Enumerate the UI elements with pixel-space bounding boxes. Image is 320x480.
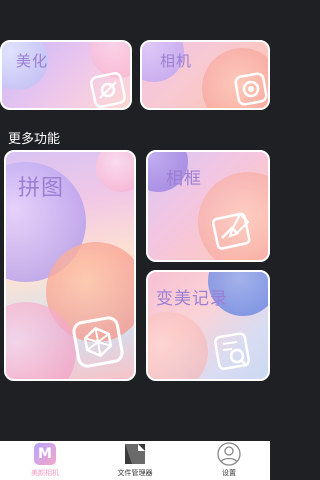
section-title-more-features: 更多功能 [8, 132, 61, 147]
beautify-icon [90, 72, 126, 108]
history-label: 变美记录 [156, 289, 228, 309]
frame-edit-icon [211, 212, 251, 250]
file-manager-icon [125, 444, 145, 464]
nav-item-settings[interactable]: 设置 [196, 441, 262, 480]
camera-card[interactable]: 相机 [140, 40, 270, 110]
nav-item-files[interactable]: 文件管理器 [102, 441, 168, 480]
nav-label-settings: 设置 [222, 469, 236, 477]
frame-card[interactable]: 相框 [146, 150, 270, 262]
history-search-icon [214, 332, 251, 370]
bottom-nav: M 美颜相机 文件管理器 设置 [0, 441, 270, 480]
decor-bubble [96, 152, 134, 192]
app-logo-icon: M [34, 443, 56, 465]
collage-label: 拼图 [18, 176, 65, 201]
beautify-label: 美化 [16, 52, 49, 70]
nav-label-files: 文件管理器 [117, 469, 153, 477]
collage-grid-icon [72, 316, 124, 368]
nav-label-home: 美颜相机 [31, 469, 59, 477]
decor-bubble [148, 312, 208, 379]
camera-label: 相机 [160, 52, 193, 70]
history-card[interactable]: 变美记录 [146, 270, 270, 381]
nav-item-home[interactable]: M 美颜相机 [12, 441, 78, 480]
camera-shutter-icon [234, 72, 268, 106]
user-settings-icon [217, 442, 241, 466]
collage-card[interactable]: 拼图 [4, 150, 136, 381]
frame-label: 相框 [166, 169, 202, 189]
beautify-card[interactable]: 美化 [0, 40, 132, 110]
